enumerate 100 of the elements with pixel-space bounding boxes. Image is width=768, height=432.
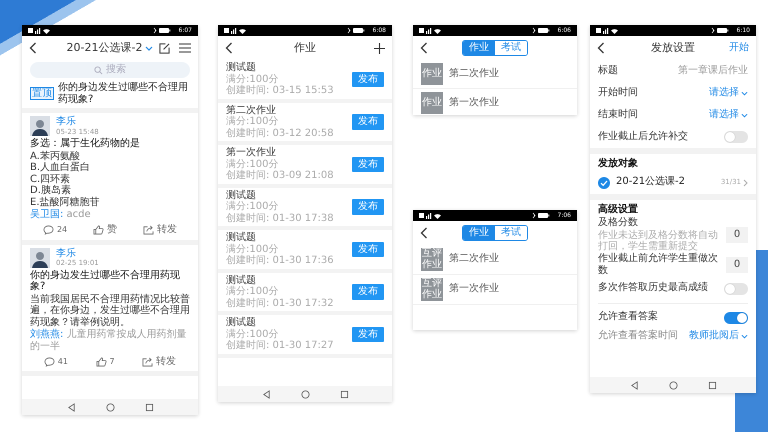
assignment-created-time: 创建时间: 01-30 17:36: [226, 255, 334, 266]
avatar: [30, 248, 50, 268]
assignment-title[interactable]: 第一次作业: [226, 147, 334, 158]
assignment-score: 满分:100分: [226, 286, 280, 298]
setting-label: 及格分数: [598, 217, 639, 230]
signal-icon: [28, 27, 50, 34]
assignment-score: 满分:100分: [226, 328, 280, 340]
course-title[interactable]: 20-21公选课-2: [66, 41, 142, 55]
share-button[interactable]: 转发: [143, 224, 178, 236]
assignment-title[interactable]: 第二次作业: [449, 253, 499, 266]
toggle-switch[interactable]: [724, 312, 748, 324]
assignment-title[interactable]: 第二次作业: [226, 104, 334, 116]
back-icon[interactable]: [29, 42, 37, 54]
assignment-title[interactable]: 测试题: [226, 190, 334, 201]
post-text: C.四环素: [30, 174, 72, 184]
signal-icon: [224, 27, 246, 34]
setting-label: 作业截止后允许补交: [598, 130, 688, 144]
section-heading: 发放对象: [596, 156, 639, 171]
add-icon[interactable]: [374, 42, 385, 54]
select-dropdown[interactable]: 请选择: [709, 86, 748, 100]
share-button[interactable]: 转发: [142, 356, 176, 368]
thumbs-up-icon: [96, 356, 107, 366]
assignment-type-tag: 互评作业: [421, 278, 443, 301]
publish-button[interactable]: 发布: [352, 242, 384, 257]
comment-text: 吴卫国: acde: [30, 209, 92, 220]
setting-label: 结束时间: [598, 108, 638, 122]
nav-recent-icon[interactable]: [144, 402, 154, 412]
back-icon[interactable]: [225, 42, 233, 54]
assignment-score: 满分:100分: [226, 244, 280, 254]
assignment-title[interactable]: 第一次作业: [449, 283, 499, 296]
number-field[interactable]: 0: [726, 226, 748, 243]
comment-icon: [42, 225, 54, 235]
like-button[interactable]: 赞: [93, 224, 118, 236]
post-title: 你的身边发生过哪些不合理用药现象?: [30, 270, 181, 292]
assignment-created-time: 创建时间: 01-30 17:32: [226, 298, 334, 309]
author-name: 李乐: [56, 248, 77, 260]
nav-home-icon[interactable]: [106, 402, 114, 412]
assignment-type-tag: 作业: [421, 63, 443, 85]
checkbox[interactable]: [598, 176, 610, 188]
post-text: B.人血白蛋白: [30, 162, 92, 174]
comment-button[interactable]: 24: [42, 225, 68, 235]
signal-icon: [419, 27, 441, 34]
nav-back-icon[interactable]: [262, 390, 270, 398]
publish-button[interactable]: 发布: [352, 199, 384, 214]
menu-icon[interactable]: [179, 43, 191, 53]
nav-home-icon[interactable]: [668, 380, 678, 390]
nav-home-icon[interactable]: [300, 390, 310, 398]
back-icon[interactable]: [420, 227, 428, 239]
tab[interactable]: 作业: [463, 40, 495, 56]
select-dropdown[interactable]: 请选择: [709, 108, 748, 122]
assignment-score: 满分:100分: [226, 116, 280, 128]
comment-button[interactable]: 41: [44, 356, 68, 366]
setting-hint: 作业未达到及格分数将自动打回，学生需重新提交: [598, 230, 719, 252]
nav-back-icon[interactable]: [630, 380, 638, 390]
avatar: [30, 116, 50, 136]
search-icon: [94, 66, 103, 74]
assignment-title[interactable]: 测试题: [226, 62, 334, 74]
post-title: 多选：属于生化药物的是: [30, 138, 141, 150]
edit-icon[interactable]: [159, 42, 170, 54]
post-text: 当前我国居民不合理用药情况比较普遍，在你身边，发生过哪些不合理用药现象？请举例说明。: [30, 294, 190, 328]
pinned-badge: 置顶: [30, 87, 54, 100]
setting-value: 第一章课后作业: [678, 64, 748, 78]
caret-icon: [741, 90, 748, 96]
assignment-title[interactable]: 第二次作业: [449, 68, 499, 80]
select-dropdown[interactable]: 教师批阅后: [689, 330, 748, 343]
assignment-created-time: 创建时间: 03-09 21:08: [226, 170, 334, 182]
publish-button[interactable]: 发布: [352, 156, 384, 172]
class-name: 20-21公选课-2: [616, 176, 686, 189]
assignment-created-time: 创建时间: 01-30 17:38: [226, 212, 334, 224]
assignment-title[interactable]: 测试题: [226, 274, 334, 286]
post-text: E.盐酸阿糖胞苷: [30, 196, 100, 208]
tab[interactable]: 作业: [463, 226, 495, 240]
back-icon[interactable]: [597, 42, 605, 54]
back-icon[interactable]: [420, 42, 428, 54]
start-button[interactable]: 开始: [729, 42, 749, 54]
caret-icon[interactable]: [145, 46, 154, 50]
toggle-switch[interactable]: [724, 282, 748, 294]
assignment-score: 满分:100分: [226, 201, 280, 212]
nav-back-icon[interactable]: [66, 402, 76, 412]
assignment-score: 满分:100分: [226, 158, 280, 170]
assignment-title[interactable]: 测试题: [226, 232, 334, 244]
publish-button[interactable]: 发布: [352, 72, 384, 87]
number-field[interactable]: 0: [726, 257, 748, 273]
like-button[interactable]: 7: [96, 356, 115, 366]
page-title: 作业: [294, 41, 316, 55]
assignment-type-tag: 互评作业: [421, 248, 443, 271]
assignment-created-time: 创建时间: 03-15 15:53: [226, 85, 334, 96]
setting-label: 作业截止前允许学生重做次数: [598, 252, 719, 278]
nav-recent-icon[interactable]: [340, 390, 348, 398]
toggle-switch[interactable]: [724, 131, 748, 143]
post-text: D.胰岛素: [30, 185, 72, 196]
nav-recent-icon[interactable]: [708, 380, 716, 390]
publish-button[interactable]: 发布: [352, 326, 384, 342]
publish-button[interactable]: 发布: [352, 284, 384, 300]
assignment-title[interactable]: 第一次作业: [449, 96, 499, 110]
share-icon: [142, 356, 154, 366]
pinned-post-title[interactable]: 你的身边发生过哪些不合理用药现象?: [58, 82, 190, 105]
assignment-title[interactable]: 测试题: [226, 317, 334, 328]
setting-label: 标题: [598, 64, 618, 78]
publish-button[interactable]: 发布: [352, 114, 384, 130]
